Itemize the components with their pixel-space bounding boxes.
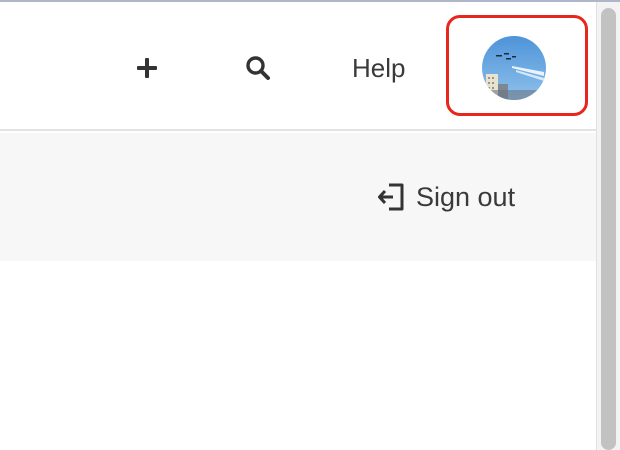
search-icon [246,56,270,80]
top-header: Help [0,2,596,131]
user-avatar-button[interactable] [482,36,546,100]
sign-out-icon [378,183,404,211]
vertical-scrollbar-thumb[interactable] [601,8,616,450]
create-button[interactable] [130,48,164,88]
sign-out-button[interactable]: Sign out [378,179,515,215]
account-menu-bar: Sign out [0,133,596,261]
user-avatar-photo [482,36,546,100]
search-button[interactable] [240,48,276,88]
help-link[interactable]: Help [352,52,405,84]
sign-out-label: Sign out [416,182,516,212]
plus-icon [137,58,157,78]
